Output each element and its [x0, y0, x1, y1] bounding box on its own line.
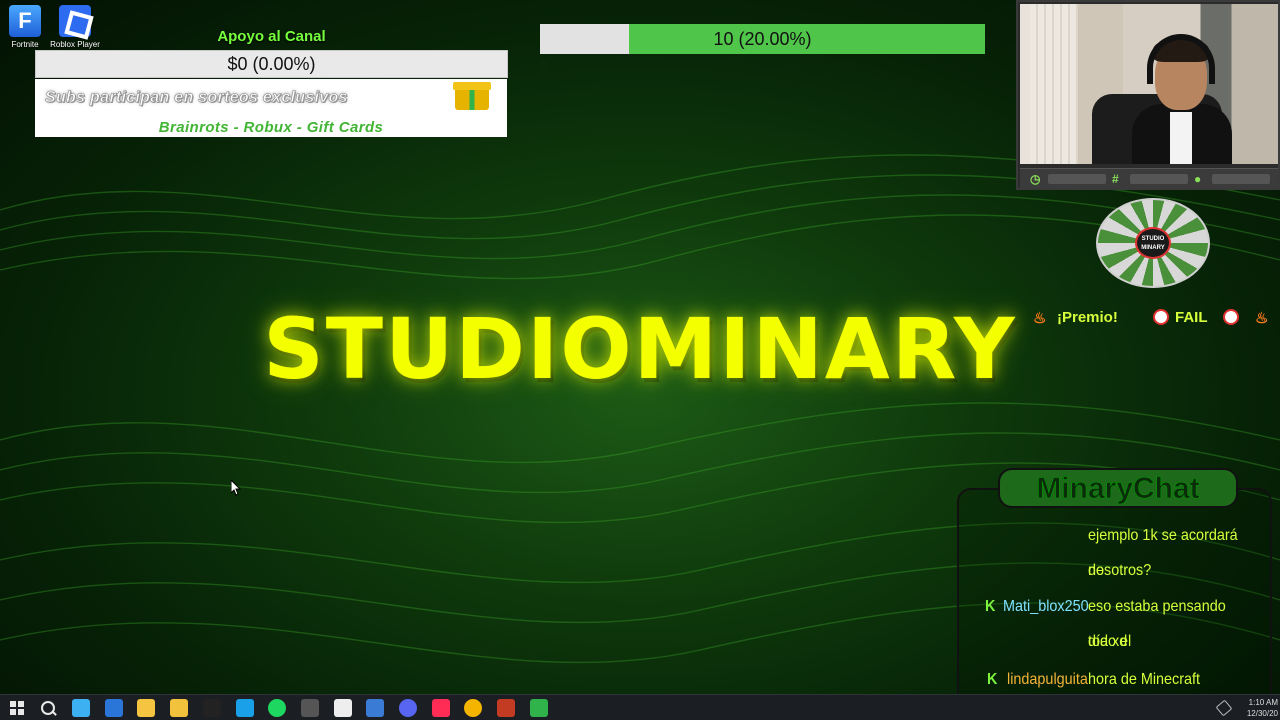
system-clock[interactable]: 1:10 AM 12/30/20: [1238, 697, 1280, 719]
prize-wheel: STUDIO MINARY: [1096, 198, 1210, 288]
chat-panel: ejemplo 1k se acordará de nosotros? K Ma…: [957, 488, 1272, 720]
file-explorer-icon[interactable]: [137, 699, 156, 717]
goal-start-value: 0: [540, 58, 548, 73]
hash-icon: #: [1112, 172, 1119, 186]
chat-title: MinaryChat: [998, 468, 1238, 508]
webcam-status-bar: ◷ # ●: [1020, 168, 1278, 188]
chat-message-text: día xd: [1088, 633, 1128, 650]
clock-icon: ◷: [1030, 172, 1041, 186]
donation-title: Apoyo al Canal: [217, 28, 326, 45]
obs-icon[interactable]: [300, 699, 319, 717]
copilot-icon[interactable]: [72, 699, 90, 717]
user-icon: ●: [1194, 172, 1202, 186]
chat-message-text: hora de Minecraft: [1088, 671, 1201, 688]
sub-goal-progress-bar: 10 (20.00%): [540, 24, 985, 54]
chrome-icon[interactable]: [464, 699, 483, 717]
chat-username: Mati_blox250: [1003, 598, 1089, 615]
kick-badge-icon: K: [985, 598, 996, 615]
webcam-overlay: ◷ # ●: [1016, 0, 1280, 190]
channel-logo-text: STUDIOMINARY: [263, 300, 1017, 398]
vscode-icon[interactable]: [366, 699, 385, 717]
promo-headline: Subs participan en sorteos exclusivos: [45, 89, 348, 107]
clock-time: 1:10 AM: [1248, 698, 1278, 707]
capcut-icon[interactable]: [333, 699, 352, 717]
goal-progress-text: 10 (20.00%): [713, 29, 812, 49]
chat-message-text: nosotros?: [1088, 562, 1152, 579]
spotify-icon[interactable]: [268, 699, 287, 717]
gift-icon: [453, 82, 491, 110]
minecraft-icon[interactable]: [497, 699, 516, 717]
chat-username: lindapulguita: [1007, 671, 1088, 688]
search-icon[interactable]: [39, 699, 57, 717]
pen-icon[interactable]: [1215, 699, 1233, 717]
tiktok-icon[interactable]: [431, 699, 450, 717]
notion-icon[interactable]: [202, 699, 221, 717]
donation-progress-text: $0 (0.00%): [227, 54, 316, 74]
android-icon[interactable]: [529, 699, 548, 717]
discord-icon[interactable]: [399, 699, 417, 717]
wheel-logo: STUDIO MINARY: [1135, 227, 1171, 259]
kick-badge-icon: K: [987, 671, 998, 688]
clock-date: 12/30/20: [1246, 709, 1278, 718]
store-icon[interactable]: [104, 699, 123, 717]
donation-progress-bar: $0 (0.00%): [35, 50, 508, 78]
taskbar: 1:10 AM 12/30/20: [0, 694, 1280, 720]
subs-promo-banner: Subs participan en sorteos exclusivos Br…: [35, 79, 507, 137]
folder-icon[interactable]: [170, 699, 189, 717]
promo-prizes: Brainrots - Robux - Gift Cards: [158, 119, 384, 136]
webcam-feed: [1020, 4, 1278, 164]
start-menu-icon[interactable]: [8, 699, 26, 717]
edge-icon[interactable]: [235, 699, 254, 717]
